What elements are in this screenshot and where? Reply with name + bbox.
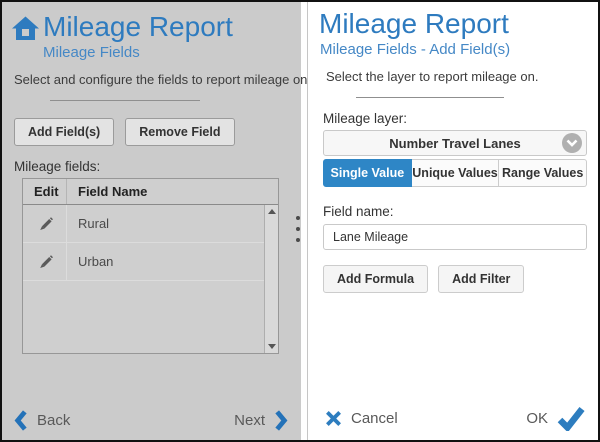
left-header: Mileage Report bbox=[12, 11, 301, 43]
edit-cell[interactable] bbox=[23, 243, 67, 280]
dropdown-toggle[interactable] bbox=[562, 133, 582, 153]
chevron-down-icon bbox=[566, 139, 578, 147]
dialog-footer: Cancel OK bbox=[325, 406, 585, 431]
table-row[interactable]: Urban bbox=[23, 243, 278, 281]
mileage-layer-value: Number Travel Lanes bbox=[389, 136, 521, 151]
page-subtitle: Mileage Fields bbox=[43, 44, 301, 61]
cancel-label: Cancel bbox=[351, 410, 398, 427]
chevron-left-icon bbox=[14, 410, 28, 431]
ok-label: OK bbox=[526, 410, 548, 427]
back-label: Back bbox=[37, 412, 70, 429]
add-filter-button[interactable]: Add Filter bbox=[438, 265, 524, 293]
field-name-cell: Rural bbox=[67, 205, 278, 242]
table-header: Edit Field Name bbox=[23, 179, 278, 205]
left-footer: Back Next bbox=[14, 410, 288, 431]
ok-button[interactable]: OK bbox=[526, 406, 585, 431]
triangle-down-icon[interactable] bbox=[268, 344, 276, 349]
home-icon bbox=[12, 16, 39, 41]
tab-single-value[interactable]: Single Value bbox=[323, 159, 412, 187]
dialog-subtitle: Mileage Fields - Add Field(s) bbox=[320, 41, 598, 58]
formula-filter-actions: Add Formula Add Filter bbox=[323, 265, 598, 293]
field-name-cell: Urban bbox=[67, 243, 278, 280]
panel-splitter[interactable] bbox=[301, 2, 308, 440]
remove-field-button[interactable]: Remove Field bbox=[125, 118, 234, 146]
field-actions: Add Field(s) Remove Field bbox=[14, 118, 301, 146]
field-name-input[interactable] bbox=[323, 224, 587, 250]
value-type-tabs: Single Value Unique Values Range Values bbox=[323, 159, 587, 187]
pencil-icon bbox=[36, 215, 53, 232]
column-header-field-name: Field Name bbox=[67, 184, 278, 199]
mileage-fields-panel: Mileage Report Mileage Fields Select and… bbox=[2, 2, 301, 440]
mileage-fields-table: Edit Field Name Rural bbox=[22, 178, 279, 354]
add-field-panel: Mileage Report Mileage Fields - Add Fiel… bbox=[308, 2, 598, 440]
mileage-report-window: Mileage Report Mileage Fields Select and… bbox=[0, 0, 600, 442]
right-description: Select the layer to report mileage on. bbox=[326, 69, 598, 84]
table-body: Rural Urban bbox=[23, 205, 278, 353]
right-divider bbox=[356, 97, 504, 98]
left-description: Select and configure the fields to repor… bbox=[14, 72, 301, 87]
mileage-fields-label: Mileage fields: bbox=[14, 159, 301, 174]
left-divider bbox=[50, 100, 200, 101]
next-button[interactable]: Next bbox=[234, 410, 288, 431]
column-header-edit: Edit bbox=[23, 179, 67, 204]
triangle-up-icon[interactable] bbox=[268, 209, 276, 214]
table-scrollbar[interactable] bbox=[264, 205, 278, 353]
next-label: Next bbox=[234, 412, 265, 429]
checkmark-icon bbox=[557, 406, 585, 431]
mileage-layer-label: Mileage layer: bbox=[323, 111, 598, 126]
field-name-label: Field name: bbox=[323, 204, 598, 219]
chevron-right-icon bbox=[274, 410, 288, 431]
pencil-icon bbox=[36, 253, 53, 270]
tab-unique-values[interactable]: Unique Values bbox=[412, 159, 500, 187]
back-button[interactable]: Back bbox=[14, 410, 70, 431]
splitter-drag-handle[interactable] bbox=[296, 216, 300, 242]
table-row[interactable]: Rural bbox=[23, 205, 278, 243]
mileage-layer-dropdown[interactable]: Number Travel Lanes bbox=[323, 130, 587, 156]
x-icon bbox=[325, 410, 342, 427]
add-fields-button[interactable]: Add Field(s) bbox=[14, 118, 114, 146]
cancel-button[interactable]: Cancel bbox=[325, 410, 398, 427]
dialog-title: Mileage Report bbox=[319, 8, 598, 40]
add-formula-button[interactable]: Add Formula bbox=[323, 265, 428, 293]
page-title: Mileage Report bbox=[43, 11, 233, 43]
edit-cell[interactable] bbox=[23, 205, 67, 242]
tab-range-values[interactable]: Range Values bbox=[499, 159, 587, 187]
